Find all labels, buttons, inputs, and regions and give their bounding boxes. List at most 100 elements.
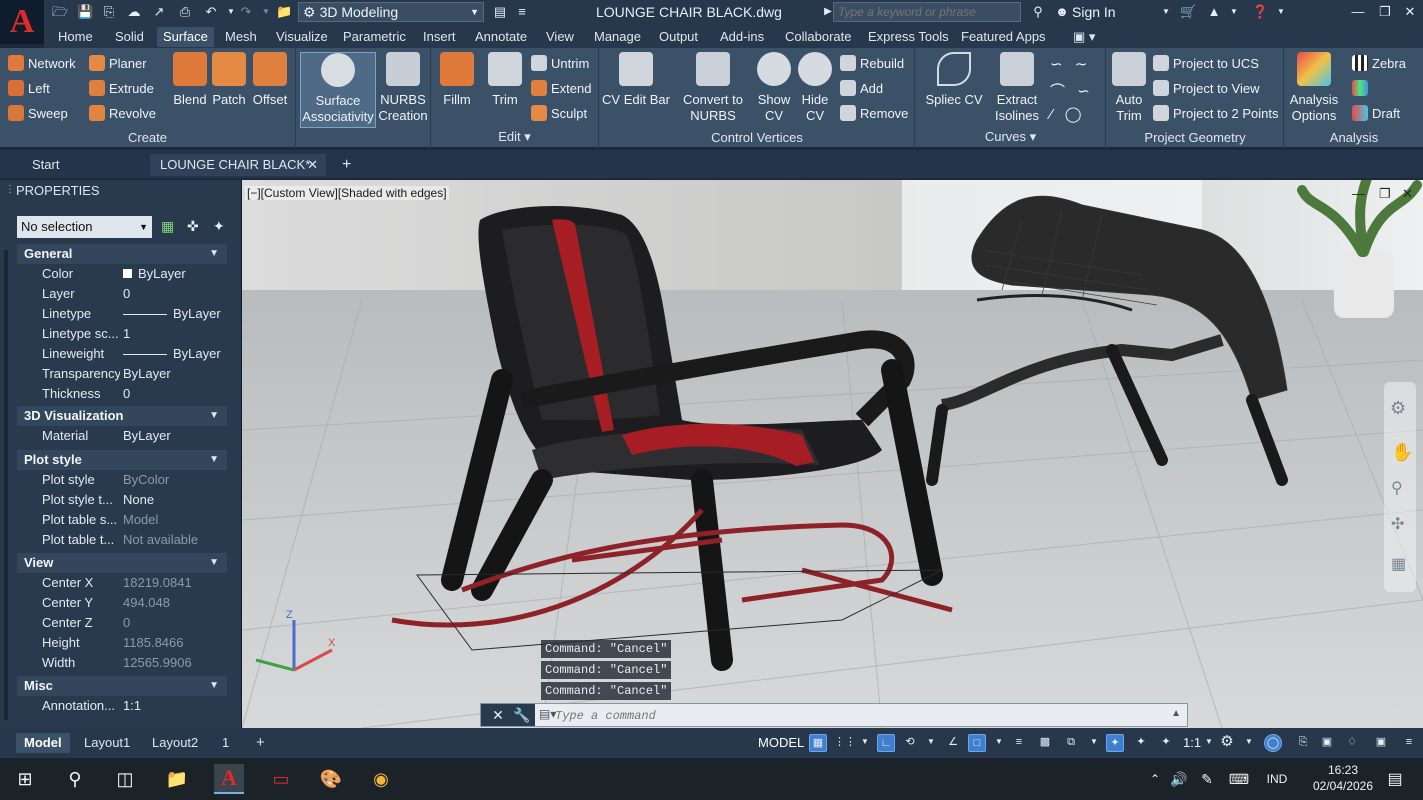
prop-row-height[interactable]: Height 1185.8466 bbox=[17, 633, 227, 653]
notifications-icon[interactable]: ▤ bbox=[1380, 764, 1410, 794]
drawing-viewport[interactable]: Z X [−][Custom View][Shaded with edges] … bbox=[242, 180, 1423, 728]
project-to-ucs-button[interactable]: Project to UCS bbox=[1153, 55, 1259, 71]
prop-row-material[interactable]: Material ByLayer bbox=[17, 426, 227, 446]
close-icon[interactable]: ✕ bbox=[1402, 4, 1418, 19]
redo-dropdown-icon[interactable]: ▼ bbox=[258, 4, 274, 19]
system-clock[interactable]: 16:23 02/04/2026 bbox=[1312, 762, 1374, 794]
windows-start-icon[interactable]: ⊞ bbox=[10, 764, 40, 794]
layout-tab-layout2[interactable]: Layout2 bbox=[144, 733, 206, 753]
viewport-minimize-icon[interactable]: — bbox=[1352, 186, 1365, 201]
auto-trim-button[interactable]: Auto Trim bbox=[1109, 52, 1149, 124]
zebra-button[interactable]: Zebra bbox=[1352, 55, 1406, 71]
viewport-close-icon[interactable]: ✕ bbox=[1402, 186, 1413, 202]
tab-home[interactable]: Home bbox=[52, 27, 99, 47]
tab-view[interactable]: View bbox=[540, 27, 580, 47]
prop-row-plot-table-space[interactable]: Plot table s... Model bbox=[17, 510, 227, 530]
recent-commands-icon[interactable]: ▤▾ bbox=[539, 707, 556, 721]
transparency-icon[interactable]: ▩ bbox=[1036, 734, 1054, 752]
panel-curves-label[interactable]: Curves ▾ bbox=[916, 129, 1105, 145]
steering-wheel-icon[interactable]: ⚙ bbox=[1390, 398, 1406, 419]
quick-select-icon[interactable]: ✦ bbox=[213, 218, 225, 235]
tab-express-tools[interactable]: Express Tools bbox=[862, 27, 955, 47]
curve-tools-row3[interactable]: ⁄ ◯ bbox=[1050, 105, 1081, 124]
a360-dropdown-icon[interactable]: ▼ bbox=[1226, 4, 1242, 19]
taskbar-search-icon[interactable]: ⚲ bbox=[60, 764, 90, 794]
tab-surface[interactable]: Surface bbox=[157, 27, 214, 47]
ortho-icon[interactable]: ∟ bbox=[877, 734, 895, 752]
hide-cv-button[interactable]: Hide CV bbox=[797, 52, 833, 124]
workspace-gear-icon[interactable]: ⚙ bbox=[1218, 734, 1236, 752]
prop-row-transparency[interactable]: Transparency ByLayer bbox=[17, 364, 227, 384]
fullscreen-icon[interactable]: ▣ bbox=[1372, 734, 1390, 752]
add-cv-button[interactable]: Add bbox=[840, 80, 883, 96]
untrim-button[interactable]: Untrim bbox=[531, 55, 589, 71]
selection-dropdown-icon[interactable]: ▼ bbox=[1085, 734, 1103, 752]
workspace-dropdown-icon[interactable]: ▼ bbox=[1240, 734, 1258, 752]
grid-icon[interactable]: ▦ bbox=[809, 734, 827, 752]
close-tab-icon[interactable]: ✕ bbox=[307, 154, 318, 176]
panel-edit-label[interactable]: Edit ▾ bbox=[431, 129, 598, 145]
print-icon[interactable]: ⎙ bbox=[177, 4, 193, 19]
network-button[interactable]: Network bbox=[8, 55, 76, 71]
prop-row-linetype-scale[interactable]: Linetype sc... 1 bbox=[17, 324, 227, 344]
surface-associativity-button[interactable]: Surface Associativity bbox=[300, 52, 376, 128]
prop-row-plot-table-type[interactable]: Plot table t... Not available bbox=[17, 530, 227, 550]
prop-row-color[interactable]: Color ByLayer bbox=[17, 264, 227, 284]
analysis-options-button[interactable]: Analysis Options bbox=[1287, 52, 1341, 124]
customize-command-icon[interactable]: 🔧 bbox=[509, 704, 535, 726]
sign-in-dropdown-icon[interactable]: ▼ bbox=[1158, 4, 1174, 19]
workspace-dropdown[interactable]: ⚙ 3D Modeling ▼ bbox=[298, 2, 484, 22]
viewport-controls-label[interactable]: [−][Custom View][Shaded with edges] bbox=[245, 186, 449, 200]
tab-parametric[interactable]: Parametric bbox=[337, 27, 412, 47]
search-input[interactable] bbox=[833, 2, 1021, 22]
tab-solid[interactable]: Solid bbox=[109, 27, 150, 47]
file-explorer-icon[interactable]: 📁 bbox=[162, 764, 192, 794]
viewport-restore-icon[interactable]: ❐ bbox=[1379, 186, 1391, 202]
application-menu-button[interactable]: A bbox=[0, 0, 44, 44]
osnap-dropdown-icon[interactable]: ▼ bbox=[990, 734, 1008, 752]
acrobat-icon[interactable]: ▭ bbox=[266, 764, 296, 794]
tab-collaborate[interactable]: Collaborate bbox=[779, 27, 858, 47]
command-history-toggle-icon[interactable]: ▲ bbox=[1171, 708, 1181, 719]
share-icon[interactable]: ↗ bbox=[151, 4, 167, 19]
prop-row-lineweight[interactable]: Lineweight ByLayer bbox=[17, 344, 227, 364]
project-to-view-button[interactable]: Project to View bbox=[1153, 80, 1259, 96]
object-snap-icon[interactable]: □ bbox=[968, 734, 986, 752]
section-view[interactable]: View ▼ bbox=[17, 553, 227, 573]
curvature-button[interactable] bbox=[1352, 80, 1368, 96]
search-icon[interactable]: ⚲ bbox=[1030, 4, 1046, 19]
clean-screen-icon[interactable]: ▣ bbox=[1318, 734, 1336, 752]
polar-icon[interactable]: ⟲ bbox=[901, 734, 919, 752]
prop-row-linetype[interactable]: Linetype ByLayer bbox=[17, 304, 227, 324]
annotation-scale-value[interactable]: 1:1 bbox=[1183, 735, 1201, 750]
curve-tools-row2[interactable]: ⌒ ∽ bbox=[1050, 80, 1090, 101]
prop-row-annotation-scale[interactable]: Annotation... 1:1 bbox=[17, 696, 227, 716]
cv-edit-bar-button[interactable]: CV Edit Bar bbox=[602, 52, 670, 108]
tab-manage[interactable]: Manage bbox=[588, 27, 647, 47]
trim-button[interactable]: Trim bbox=[485, 52, 525, 108]
revolve-button[interactable]: Revolve bbox=[89, 105, 156, 121]
zoom-icon[interactable]: ⚲ bbox=[1391, 478, 1403, 498]
snap-dropdown-icon[interactable]: ▼ bbox=[856, 734, 874, 752]
cart-icon[interactable]: 🛒 bbox=[1180, 4, 1196, 19]
spline-cv-button[interactable]: Spliec CV bbox=[924, 52, 984, 108]
annotation-scale-icon[interactable]: ✦ bbox=[1157, 734, 1175, 752]
tab-visualize[interactable]: Visualize bbox=[270, 27, 334, 47]
volume-icon[interactable]: 🔊 bbox=[1164, 764, 1194, 794]
prop-row-center-y[interactable]: Center Y 494.048 bbox=[17, 593, 227, 613]
tab-output[interactable]: Output bbox=[653, 27, 704, 47]
palette-scroll-strip[interactable] bbox=[4, 250, 8, 720]
prop-row-thickness[interactable]: Thickness 0 bbox=[17, 384, 227, 404]
draft-button[interactable]: Draft bbox=[1352, 105, 1400, 121]
user-icon[interactable]: ☻ bbox=[1054, 4, 1070, 19]
show-cv-button[interactable]: Show CV bbox=[756, 52, 792, 124]
polar-dropdown-icon[interactable]: ▼ bbox=[922, 734, 940, 752]
selection-dropdown[interactable]: No selection ▼ bbox=[17, 216, 152, 238]
hardware-accel-icon[interactable]: ⎘ bbox=[1294, 734, 1312, 752]
cloud-icon[interactable]: ☁ bbox=[126, 4, 142, 19]
prop-row-center-z[interactable]: Center Z 0 bbox=[17, 613, 227, 633]
restore-icon[interactable]: ❐ bbox=[1377, 4, 1393, 19]
customize-qat-icon[interactable]: ≡ bbox=[514, 4, 530, 19]
add-layout-icon[interactable]: + bbox=[248, 733, 273, 753]
planar-button[interactable]: Planer bbox=[89, 55, 147, 71]
